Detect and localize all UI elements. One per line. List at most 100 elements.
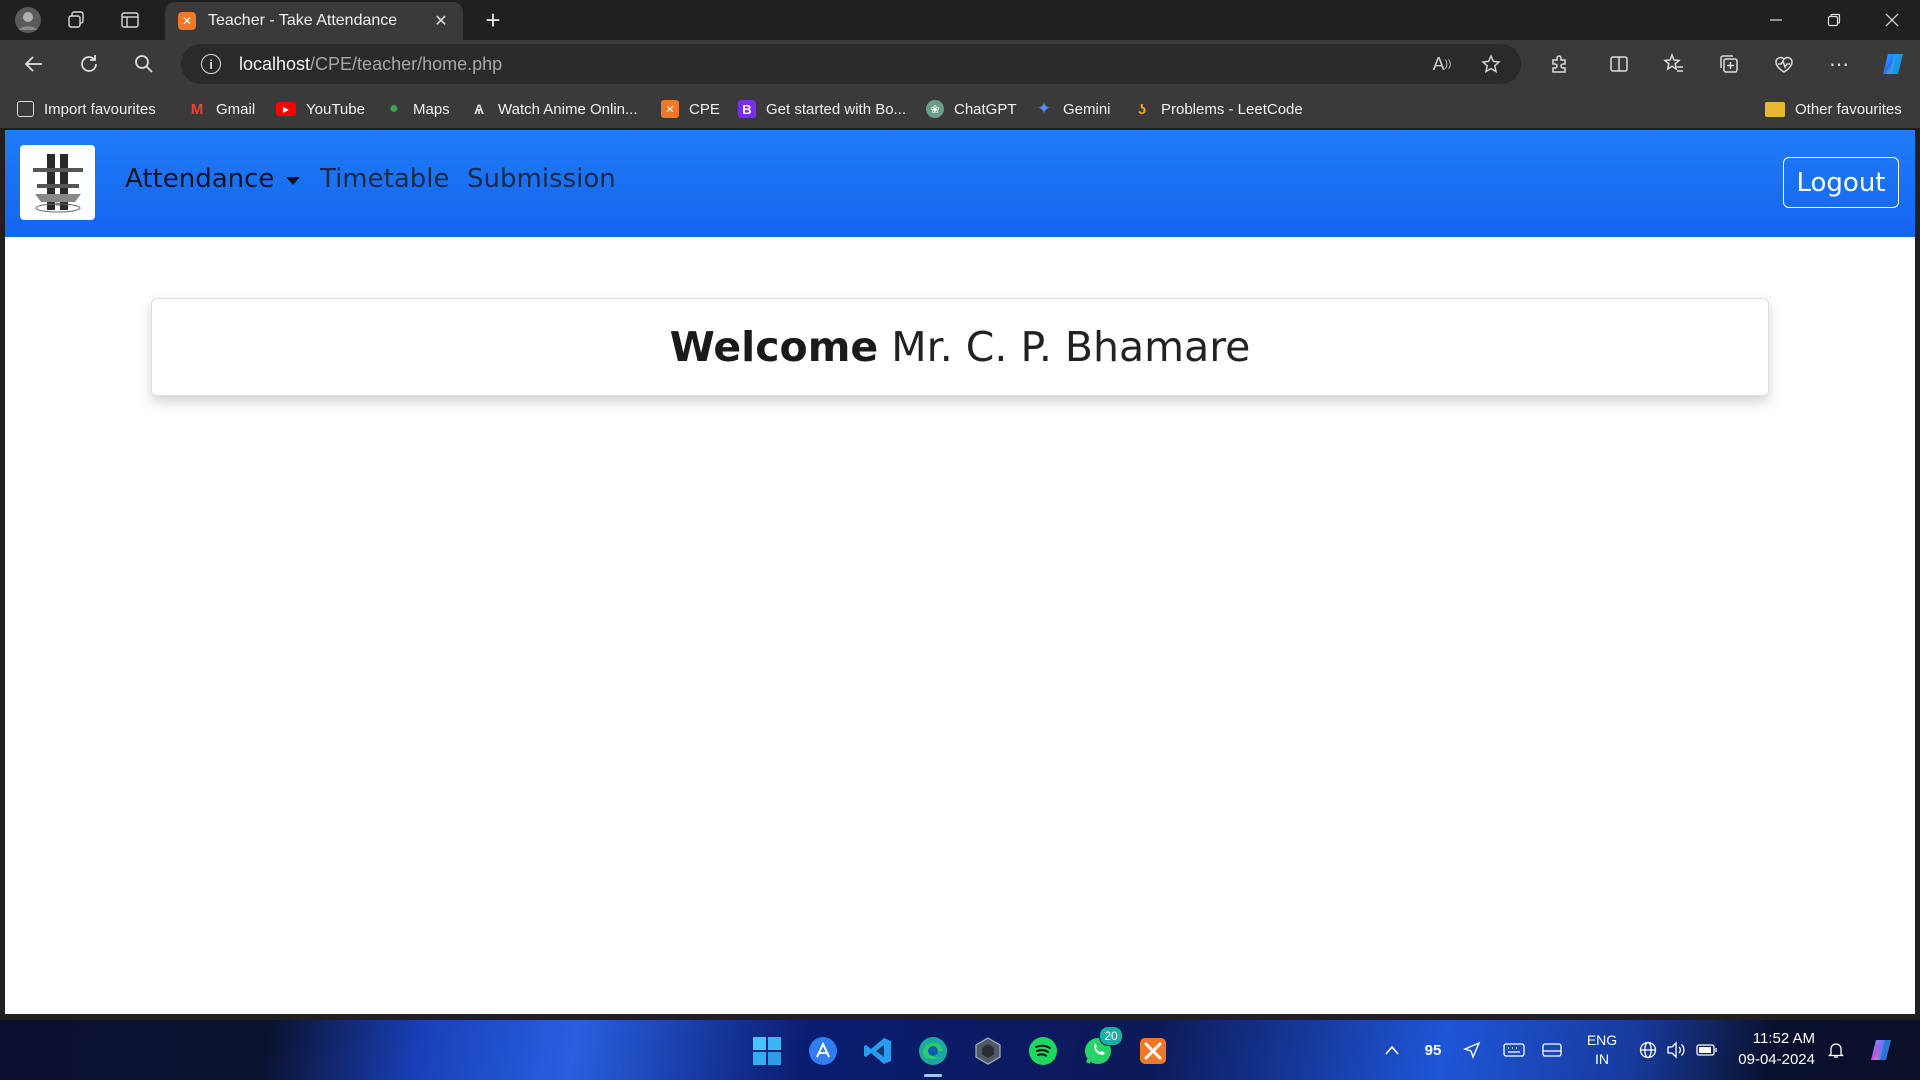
bookmark-cpe[interactable]: ✕ CPE [661, 98, 720, 120]
college-logo-icon: 1983 [32, 153, 83, 212]
active-tab[interactable]: ✕ Teacher - Take Attendance ✕ [165, 2, 463, 40]
caret-down-icon [286, 177, 301, 185]
submission-link[interactable]: Submission [467, 164, 616, 194]
vscode-icon[interactable] [859, 1032, 897, 1070]
browser-tab-strip: ✕ Teacher - Take Attendance ✕ + [0, 0, 1920, 40]
whatsapp-icon[interactable]: 20 [1079, 1026, 1123, 1070]
college-logo[interactable]: 1983 [20, 145, 95, 220]
search-icon[interactable] [127, 48, 161, 80]
extensions-icon[interactable] [1542, 48, 1576, 80]
other-favourites-folder[interactable]: Other favourites [1765, 98, 1902, 120]
bootstrap-icon: B [738, 100, 756, 118]
bookmark-label: Gmail [216, 100, 256, 118]
bookmark-label: Import favourites [44, 100, 156, 118]
region-label: IN [1595, 1051, 1609, 1067]
bookmark-chatgpt[interactable]: ❀ ChatGPT [926, 98, 1017, 120]
unity-hub-icon[interactable] [969, 1032, 1007, 1070]
bookmark-import-favourites[interactable]: Import favourites [17, 98, 156, 120]
bookmark-gemini[interactable]: ✦ Gemini [1035, 98, 1111, 120]
bookmark-label: Maps [413, 100, 450, 118]
teacher-name: Mr. C. P. Bhamare [891, 323, 1251, 371]
bookmark-label: ChatGPT [954, 100, 1017, 118]
import-icon [17, 101, 34, 117]
restore-icon[interactable] [1806, 0, 1862, 40]
tablet-mode-icon[interactable] [1538, 1020, 1566, 1080]
windows-taskbar: 20 95 ENG IN 11:52 AM 09-04-2024 [0, 1020, 1920, 1080]
bookmark-label: CPE [689, 100, 720, 118]
folder-icon [1765, 101, 1785, 117]
profile-avatar-icon[interactable] [14, 6, 42, 34]
attendance-label: Attendance [125, 164, 275, 194]
bookmark-bootstrap[interactable]: B Get started with Bo... [738, 98, 906, 120]
bookmark-leetcode[interactable]: ʖ Problems - LeetCode [1133, 98, 1303, 120]
split-screen-icon[interactable] [1602, 48, 1636, 80]
read-aloud-icon[interactable]: A)) [1428, 52, 1456, 76]
show-hidden-icons-icon[interactable] [1380, 1020, 1404, 1080]
copilot-icon[interactable] [1876, 48, 1910, 80]
new-tab-button[interactable]: + [478, 5, 508, 35]
url-path: /CPE/teacher/home.php [310, 53, 503, 74]
attendance-dropdown[interactable]: Attendance [125, 164, 301, 194]
more-options-icon[interactable]: ⋯ [1822, 48, 1856, 80]
browser-essentials-icon[interactable] [1767, 48, 1801, 80]
xampp-favicon-icon: ✕ [178, 12, 196, 30]
active-app-indicator [924, 1074, 942, 1077]
gemini-icon: ✦ [1036, 99, 1052, 118]
system-clock[interactable]: 11:52 AM 09-04-2024 [1733, 1028, 1815, 1070]
network-icon[interactable] [1636, 1020, 1660, 1080]
bookmark-youtube[interactable]: ▶ YouTube [276, 98, 365, 120]
submission-label: Submission [467, 164, 616, 194]
bookmark-label: Get started with Bo... [766, 100, 907, 118]
edge-icon[interactable] [914, 1032, 952, 1077]
favourite-star-icon[interactable] [1477, 52, 1505, 76]
close-tab-icon[interactable]: ✕ [429, 9, 453, 33]
site-info-icon[interactable]: i [201, 54, 221, 74]
gmail-icon: M [190, 100, 204, 118]
bookmark-label: YouTube [306, 100, 365, 118]
bookmark-anime[interactable]: Ѧ Watch Anime Onlin... [470, 98, 638, 120]
back-icon[interactable] [17, 48, 51, 80]
start-menu-icon[interactable] [748, 1032, 786, 1070]
close-window-icon[interactable] [1864, 0, 1920, 40]
timetable-link[interactable]: Timetable [320, 164, 449, 194]
svg-text:1983: 1983 [52, 202, 63, 207]
notifications-icon[interactable] [1824, 1020, 1848, 1080]
youtube-icon: ▶ [276, 102, 296, 116]
bookmark-label: Problems - LeetCode [1161, 100, 1303, 118]
address-bar[interactable]: i localhost/CPE/teacher/home.php A)) [181, 44, 1521, 84]
tray-number[interactable]: 95 [1418, 1020, 1448, 1080]
battery-icon[interactable] [1694, 1020, 1720, 1080]
timetable-label: Timetable [320, 164, 450, 194]
anime-icon: Ѧ [474, 101, 484, 117]
language-indicator[interactable]: ENG IN [1580, 1020, 1624, 1080]
bookmark-gmail[interactable]: M Gmail [188, 98, 255, 120]
browser-toolbar: i localhost/CPE/teacher/home.php A)) ⋯ [0, 40, 1920, 88]
workspaces-icon[interactable] [62, 6, 90, 34]
bookmark-label: Watch Anime Onlin... [498, 100, 638, 118]
welcome-heading: Welcome Mr. C. P. Bhamare [670, 323, 1251, 371]
url-host: localhost [239, 53, 311, 74]
clock-date: 09-04-2024 [1738, 1051, 1815, 1068]
collections-icon[interactable] [1712, 48, 1746, 80]
bookmarks-bar: Import favourites M Gmail ▶ YouTube ● Ma… [0, 88, 1920, 128]
maps-icon: ● [389, 100, 399, 117]
site-navbar: 1983 Attendance Timetable Submission Log… [5, 130, 1915, 237]
touch-keyboard-icon[interactable] [1500, 1020, 1528, 1080]
xampp-icon: ✕ [661, 100, 679, 118]
clock-time: 11:52 AM [1752, 1030, 1815, 1047]
xampp-taskbar-icon[interactable] [1134, 1032, 1172, 1070]
favourites-icon[interactable] [1657, 48, 1691, 80]
location-icon[interactable] [1460, 1020, 1484, 1080]
minimize-icon[interactable] [1748, 0, 1804, 40]
refresh-icon[interactable] [72, 48, 106, 80]
app-store-icon[interactable] [804, 1032, 842, 1070]
web-page: 1983 Attendance Timetable Submission Log… [5, 130, 1915, 1014]
bookmark-maps[interactable]: ● Maps [385, 98, 450, 120]
spotify-icon[interactable] [1024, 1032, 1062, 1070]
chatgpt-icon: ❀ [926, 100, 944, 118]
copilot-taskbar-icon[interactable] [1864, 1020, 1900, 1080]
vertical-tabs-icon[interactable] [116, 6, 144, 34]
language-label: ENG [1586, 1032, 1618, 1048]
logout-button[interactable]: Logout [1783, 157, 1899, 208]
volume-icon[interactable] [1664, 1020, 1688, 1080]
